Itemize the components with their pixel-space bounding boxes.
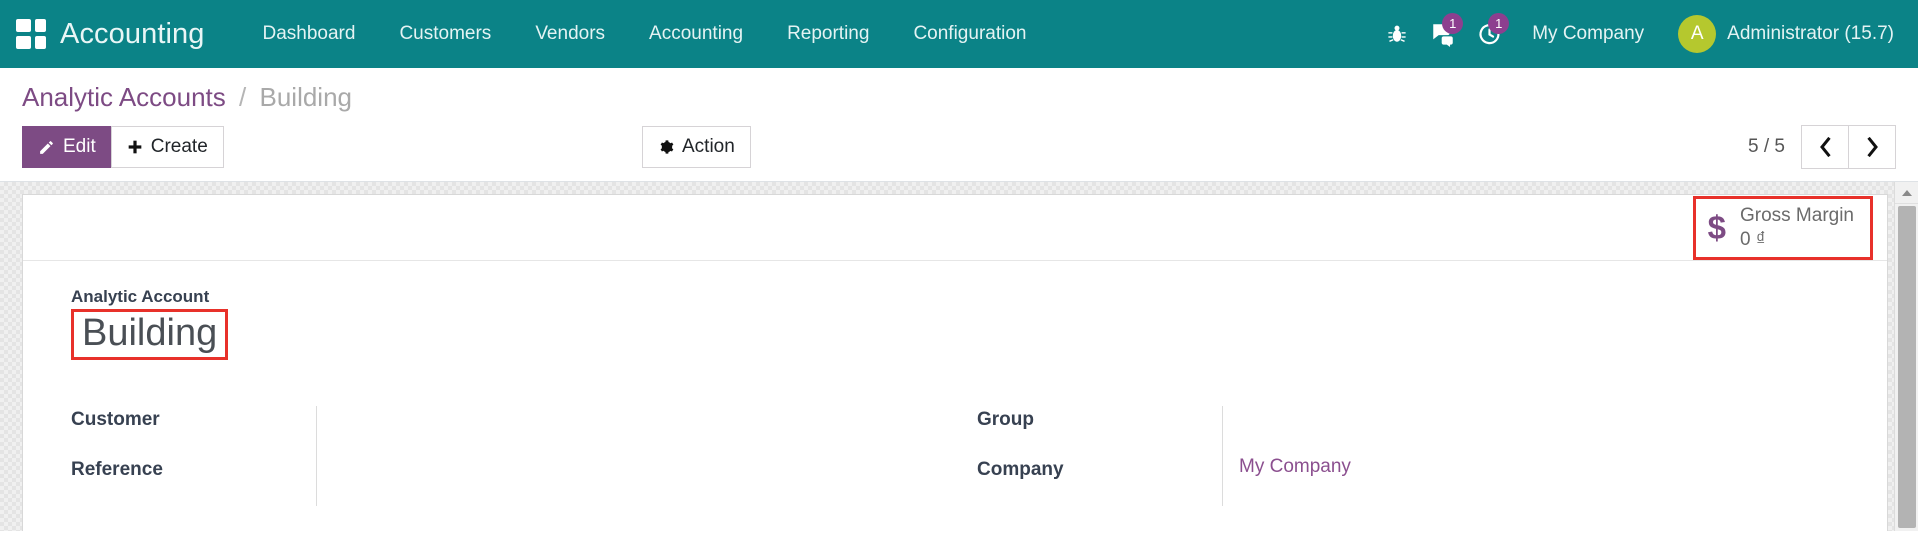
menu-item-reporting[interactable]: Reporting (765, 13, 891, 55)
apps-grid-square-1 (16, 19, 31, 32)
navbar-right-group: 1 1 My Company A Administrator (15.7) (1374, 9, 1900, 59)
group-label: Group (977, 408, 1034, 430)
analytic-account-label: Analytic Account (71, 287, 210, 306)
menu-item-dashboard[interactable]: Dashboard (241, 13, 378, 55)
breadcrumb: Analytic Accounts / Building (22, 82, 1896, 113)
apps-grid-square-3 (16, 36, 31, 49)
edit-button[interactable]: Edit (22, 126, 112, 168)
plus-icon (128, 140, 142, 154)
gross-margin-value: 0 ₫ (1739, 228, 1766, 250)
field-row-company: Company My Company (977, 455, 1839, 506)
form-columns: Customer Reference Group Company My Comp… (71, 405, 1839, 506)
bug-icon[interactable] (1374, 11, 1420, 57)
activities-badge: 1 (1488, 13, 1510, 34)
chevron-right-icon (1866, 137, 1878, 157)
user-menu[interactable]: A Administrator (15.7) (1664, 9, 1900, 59)
pager-buttons (1801, 125, 1896, 169)
company-label: Company (977, 458, 1064, 480)
menu-item-vendors[interactable]: Vendors (513, 13, 627, 55)
dollar-sign-icon: $ (1707, 209, 1726, 246)
pager-count: 5 / 5 (1748, 136, 1785, 157)
field-row-group: Group (977, 405, 1839, 456)
reference-value[interactable] (316, 455, 955, 506)
app-brand-accounting[interactable]: Accounting (60, 18, 205, 51)
menu-item-customers[interactable]: Customers (377, 13, 513, 55)
analytic-account-name[interactable]: Building (82, 312, 217, 355)
action-button-label: Action (682, 136, 735, 157)
messages-icon[interactable]: 1 (1420, 11, 1466, 57)
edit-button-label: Edit (63, 136, 96, 157)
apps-grid-square-4 (35, 36, 46, 49)
company-switcher[interactable]: My Company (1512, 13, 1664, 55)
customer-value[interactable] (316, 405, 955, 456)
chevron-left-icon (1819, 137, 1831, 157)
scrollbar-thumb[interactable] (1898, 206, 1916, 528)
action-button[interactable]: Action (642, 126, 751, 168)
gross-margin-text: Gross Margin 0 ₫ (1740, 205, 1854, 251)
group-value[interactable] (1222, 405, 1839, 456)
form-sheet-body: Analytic Account Building Customer Refer… (23, 261, 1887, 506)
avatar: A (1678, 15, 1717, 53)
create-button-label: Create (150, 136, 208, 157)
company-value[interactable]: My Company (1222, 455, 1839, 506)
form-column-left: Customer Reference (71, 405, 955, 506)
customer-label: Customer (71, 408, 160, 430)
pager: 5 / 5 (1748, 125, 1896, 169)
scroll-up-arrow-icon[interactable] (1895, 182, 1918, 204)
stat-buttons-bar: $ Gross Margin 0 ₫ (23, 195, 1887, 261)
field-row-customer: Customer (71, 405, 955, 456)
field-row-reference: Reference (71, 455, 955, 506)
main-menu: Dashboard Customers Vendors Accounting R… (241, 13, 1049, 55)
analytic-account-name-highlight: Building (71, 309, 229, 360)
menu-item-accounting[interactable]: Accounting (627, 13, 765, 55)
breadcrumb-separator: / (239, 82, 247, 112)
activities-icon[interactable]: 1 (1466, 11, 1512, 57)
pencil-icon (40, 140, 53, 154)
menu-item-configuration[interactable]: Configuration (891, 13, 1048, 55)
control-panel: Analytic Accounts / Building Edit Create (0, 68, 1918, 182)
form-column-right: Group Company My Company (955, 405, 1839, 506)
reference-label: Reference (71, 458, 163, 480)
pager-next-button[interactable] (1848, 125, 1896, 169)
gear-icon (660, 140, 674, 154)
edit-create-group: Edit Create (22, 126, 224, 168)
breadcrumb-parent-analytic-accounts[interactable]: Analytic Accounts (22, 82, 226, 112)
top-navbar: Accounting Dashboard Customers Vendors A… (0, 0, 1918, 68)
messages-badge: 1 (1442, 13, 1464, 34)
form-sheet: $ Gross Margin 0 ₫ Analytic Account Buil… (22, 194, 1888, 531)
gross-margin-label: Gross Margin (1739, 204, 1854, 226)
control-panel-buttons-row: Edit Create Action 5 / 5 (22, 125, 1896, 169)
apps-grid-square-2 (35, 19, 46, 32)
create-button[interactable]: Create (110, 126, 224, 168)
vertical-scrollbar[interactable] (1894, 182, 1918, 531)
breadcrumb-current-building: Building (259, 82, 352, 112)
pager-previous-button[interactable] (1801, 125, 1849, 169)
apps-grid-icon[interactable] (14, 17, 48, 51)
content-area: $ Gross Margin 0 ₫ Analytic Account Buil… (0, 182, 1918, 531)
gross-margin-stat-button[interactable]: $ Gross Margin 0 ₫ (1692, 195, 1873, 260)
user-name-label: Administrator (15.7) (1727, 23, 1894, 44)
